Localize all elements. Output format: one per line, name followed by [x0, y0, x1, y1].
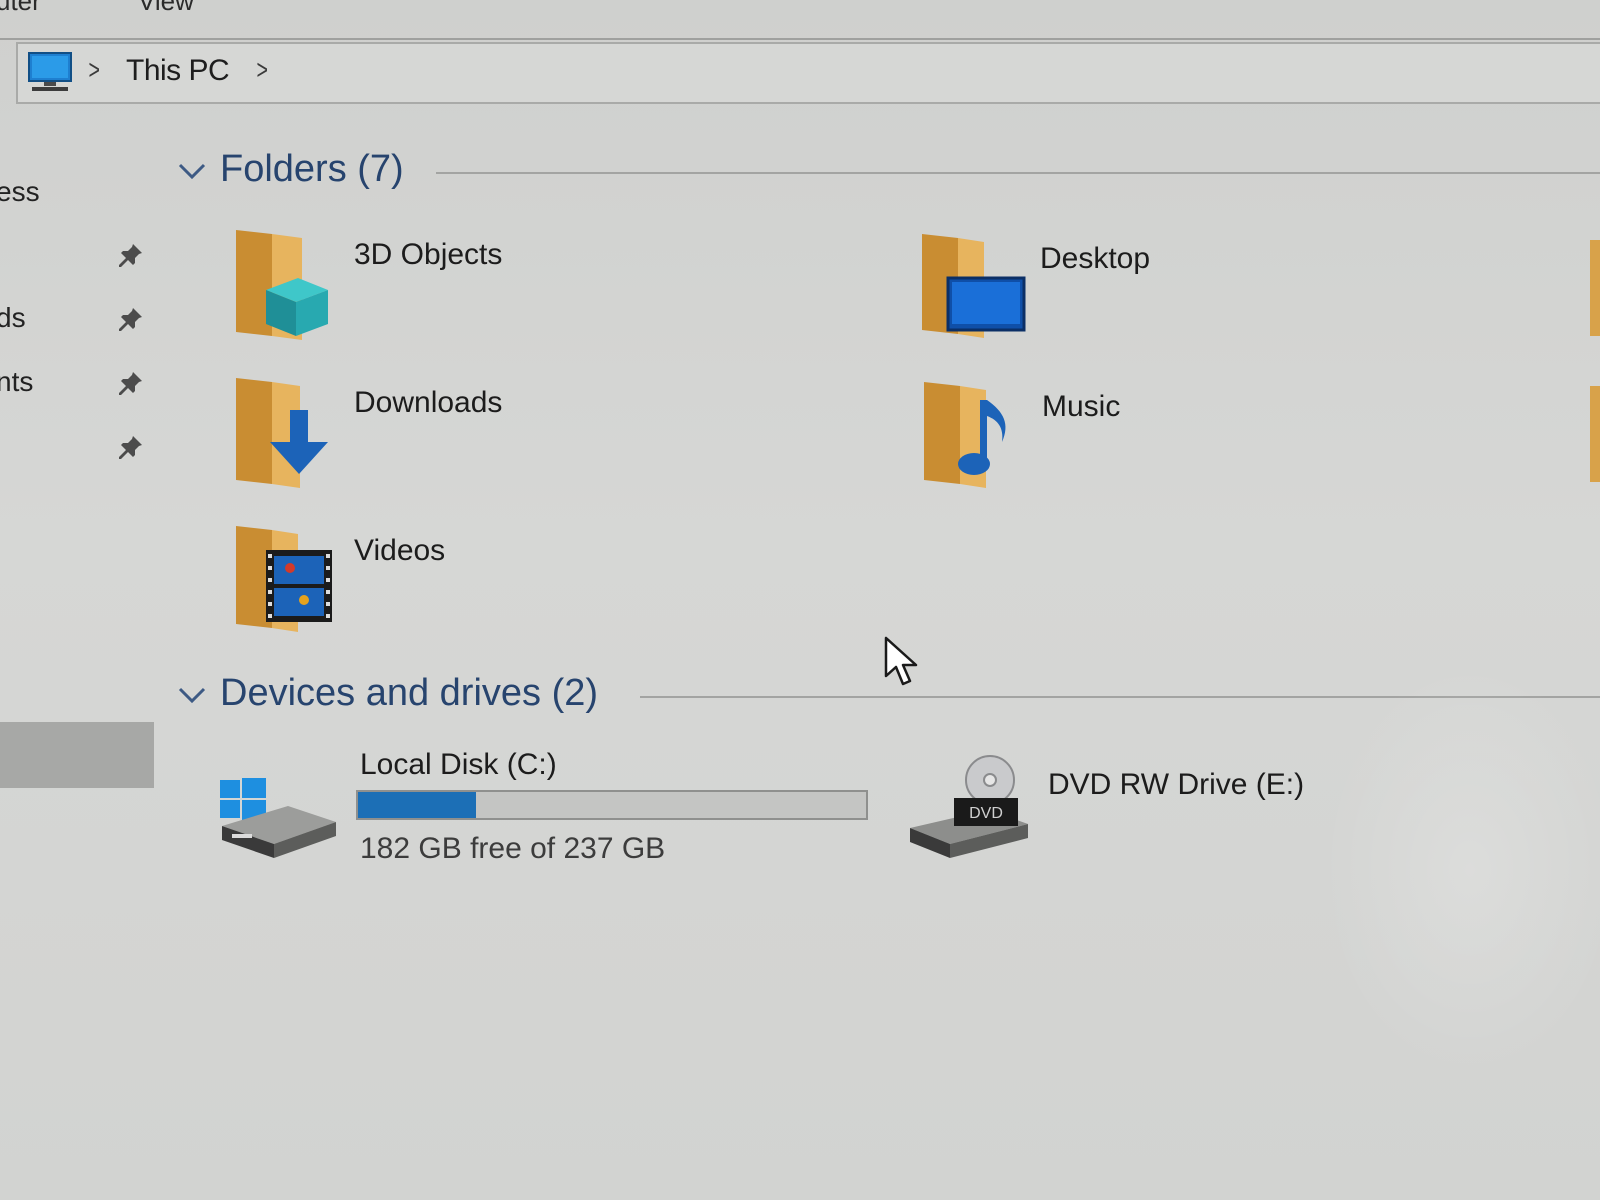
group-divider [640, 696, 1600, 698]
downloads-folder-icon [236, 378, 328, 488]
music-folder-icon [924, 382, 1006, 488]
nav-item-quick-access[interactable]: ess [0, 176, 40, 208]
ribbon-divider [0, 38, 1600, 40]
address-bar[interactable]: > This PC > [16, 42, 1600, 104]
folder-label: Downloads [354, 386, 503, 419]
nav-item-downloads[interactable]: ds [0, 302, 26, 334]
this-pc-monitor-icon [28, 52, 72, 91]
pin-icon[interactable] [118, 306, 144, 332]
pin-icon[interactable] [118, 370, 144, 396]
3d-objects-folder-icon [236, 230, 328, 340]
folder-label: 3D Objects [354, 238, 503, 271]
drive-local-disk-c[interactable]: Local Disk (C:) 182 GB free of 237 GB [218, 748, 878, 878]
windows-drive-icon [220, 778, 336, 858]
folder-videos[interactable]: Videos [232, 524, 652, 654]
svg-text:DVD: DVD [969, 805, 1003, 822]
navigation-pane: ess ds nts [0, 110, 160, 1200]
drive-label: Local Disk (C:) [360, 748, 557, 781]
ribbon-tab-view[interactable]: View [138, 0, 194, 17]
folder-3d-objects[interactable]: 3D Objects [232, 228, 652, 358]
folder-music[interactable]: Music [920, 380, 1340, 510]
folder-label: Desktop [1040, 242, 1151, 275]
pin-icon[interactable] [118, 434, 144, 460]
folder-label: Videos [354, 534, 446, 567]
ribbon-tabs: uter View [0, 0, 1600, 16]
desktop-folder-icon [922, 234, 1026, 338]
dvd-drive-icon: DVD [910, 755, 1028, 858]
ribbon-tab-computer[interactable]: uter [0, 0, 41, 17]
group-title-devices-and-drives: Devices and drives (2) [220, 672, 599, 714]
drive-dvd-rw-e[interactable]: DVD DVD RW Drive (E:) [910, 754, 1470, 884]
breadcrumb-chevron-icon[interactable]: > [256, 54, 267, 86]
drive-usage-bar [356, 790, 868, 820]
folder-downloads[interactable]: Downloads [232, 376, 652, 506]
pin-icon[interactable] [118, 242, 144, 268]
chevron-down-icon[interactable] [178, 686, 206, 704]
drive-usage-fill [358, 792, 476, 818]
breadcrumb-separator-icon[interactable]: > [88, 54, 99, 86]
group-divider [436, 172, 1600, 174]
drive-free-space: 182 GB free of 237 GB [360, 832, 666, 865]
drive-label: DVD RW Drive (E:) [1048, 768, 1305, 801]
folder-desktop[interactable]: Desktop [918, 232, 1338, 362]
group-title-folders: Folders (7) [220, 148, 404, 190]
mouse-cursor-icon [884, 636, 918, 686]
videos-folder-icon [236, 526, 332, 632]
folder-label: Music [1042, 390, 1121, 423]
nav-item-documents[interactable]: nts [0, 366, 33, 398]
group-header-folders[interactable]: Folders (7) [178, 148, 1600, 198]
nav-item-this-pc-selected[interactable] [0, 722, 154, 788]
folder-partial-icon[interactable] [1590, 386, 1600, 482]
folder-partial-icon[interactable] [1590, 240, 1600, 336]
chevron-down-icon[interactable] [178, 162, 206, 180]
file-explorer-window: uter View > This PC > ess ds nts Folders… [0, 0, 1600, 1200]
breadcrumb-this-pc[interactable]: This PC [126, 54, 230, 88]
